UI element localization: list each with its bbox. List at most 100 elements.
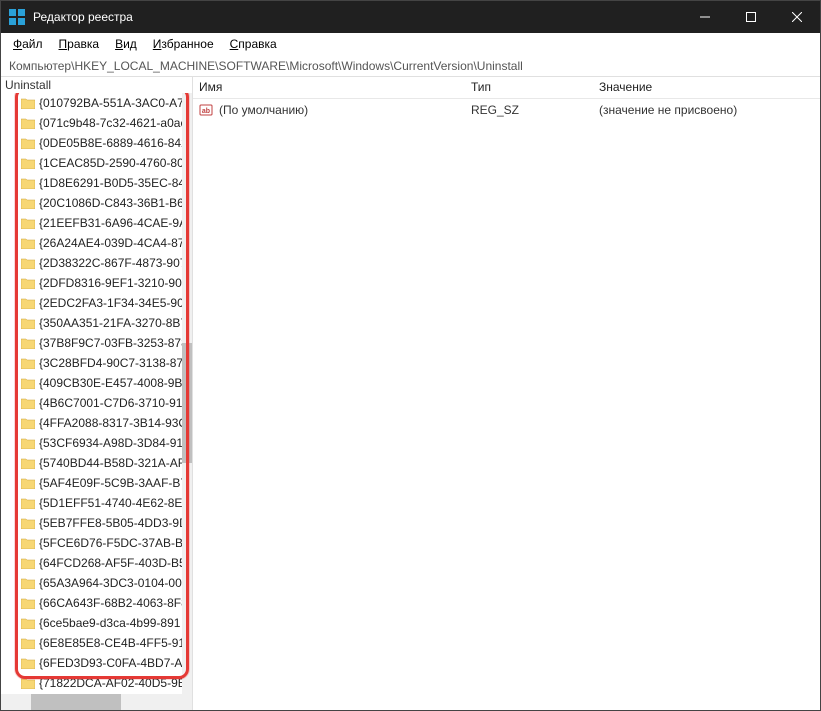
folder-icon xyxy=(21,98,35,109)
folder-icon xyxy=(21,578,35,589)
tree-item-label: {26A24AE4-039D-4CA4-87 xyxy=(39,236,184,250)
tree-item[interactable]: {4FFA2088-8317-3B14-93C xyxy=(1,413,192,433)
tree-item-label: {64FCD268-AF5F-403D-B5 xyxy=(39,556,186,570)
close-button[interactable] xyxy=(774,1,820,33)
menu-view[interactable]: Вид xyxy=(115,37,137,51)
scrollbar-thumb[interactable] xyxy=(182,343,192,463)
tree-item[interactable]: {6ce5bae9-d3ca-4b99-891 xyxy=(1,613,192,633)
content-area: Uninstall {010792BA-551A-3AC0-A7 {071c9b4… xyxy=(1,77,820,710)
tree-item[interactable]: {010792BA-551A-3AC0-A7 xyxy=(1,93,192,113)
tree-item-label: {6E8E85E8-CE4B-4FF5-91F xyxy=(39,636,192,650)
scrollbar-thumb[interactable] xyxy=(31,694,121,710)
tree-item[interactable]: {071c9b48-7c32-4621-a0ac xyxy=(1,113,192,133)
tree-item[interactable]: {0DE05B8E-6889-4616-842 xyxy=(1,133,192,153)
folder-icon xyxy=(21,358,35,369)
menu-favorites[interactable]: Избранное xyxy=(153,37,214,51)
folder-icon xyxy=(21,638,35,649)
tree-item-label: {4FFA2088-8317-3B14-93C xyxy=(39,416,187,430)
tree-item[interactable]: {1CEAC85D-2590-4760-800 xyxy=(1,153,192,173)
tree-item[interactable]: {2EDC2FA3-1F34-34E5-908 xyxy=(1,293,192,313)
folder-icon xyxy=(21,438,35,449)
tree-item-label: {37B8F9C7-03FB-3253-878 xyxy=(39,336,188,350)
folder-icon xyxy=(21,218,35,229)
title-bar[interactable]: Редактор реестра xyxy=(1,1,820,33)
value-row[interactable]: ab (По умолчанию) REG_SZ (значение не пр… xyxy=(193,99,820,121)
folder-icon xyxy=(21,618,35,629)
tree-item-label: {71822DCA-AF02-40D5-9B xyxy=(39,676,186,690)
tree-vertical-scrollbar[interactable] xyxy=(182,93,192,694)
value-type: REG_SZ xyxy=(465,101,593,119)
folder-icon xyxy=(21,598,35,609)
folder-icon xyxy=(21,238,35,249)
folder-icon xyxy=(21,658,35,669)
tree-item-label: {20C1086D-C843-36B1-B61 xyxy=(39,196,190,210)
tree-item[interactable]: {409CB30E-E457-4008-9B1 xyxy=(1,373,192,393)
tree-item[interactable]: {5AF4E09F-5C9B-3AAF-B7 xyxy=(1,473,192,493)
tree-item[interactable]: {71822DCA-AF02-40D5-9B xyxy=(1,673,192,693)
tree-item-label: {65A3A964-3DC3-0104-000 xyxy=(39,576,188,590)
values-pane[interactable]: Имя Тип Значение ab (По умолчанию) REG_S… xyxy=(193,77,820,710)
folder-icon xyxy=(21,558,35,569)
folder-icon xyxy=(21,418,35,429)
folder-icon xyxy=(21,678,35,689)
folder-icon xyxy=(21,298,35,309)
tree-item[interactable]: {6E8E85E8-CE4B-4FF5-91F xyxy=(1,633,192,653)
address-bar[interactable]: Компьютер\HKEY_LOCAL_MACHINE\SOFTWARE\Mi… xyxy=(1,55,820,77)
tree-item[interactable]: {5740BD44-B58D-321A-AF xyxy=(1,453,192,473)
menu-file[interactable]: Файл xyxy=(13,37,43,51)
tree-item-label: {2D38322C-867F-4873-907 xyxy=(39,256,186,270)
tree-item-label: {4B6C7001-C7D6-3710-913 xyxy=(39,396,189,410)
tree-item-label: {6ce5bae9-d3ca-4b99-891 xyxy=(39,616,180,630)
folder-icon xyxy=(21,198,35,209)
menu-help[interactable]: Справка xyxy=(230,37,277,51)
tree-item[interactable]: {21EEFB31-6A96-4CAE-9A xyxy=(1,213,192,233)
column-header-type[interactable]: Тип xyxy=(465,77,593,98)
tree-list: {010792BA-551A-3AC0-A7 {071c9b48-7c32-462… xyxy=(1,93,192,694)
tree-item[interactable]: {53CF6934-A98D-3D84-914 xyxy=(1,433,192,453)
tree-item[interactable]: {66CA643F-68B2-4063-8F8 xyxy=(1,593,192,613)
tree-item[interactable]: {2D38322C-867F-4873-907 xyxy=(1,253,192,273)
tree-item[interactable]: {5D1EFF51-4740-4E62-8E49 xyxy=(1,493,192,513)
tree-item[interactable]: {5EB7FFE8-5B05-4DD3-9DB xyxy=(1,513,192,533)
tree-item[interactable]: {5FCE6D76-F5DC-37AB-B2 xyxy=(1,533,192,553)
tree-item[interactable]: {20C1086D-C843-36B1-B61 xyxy=(1,193,192,213)
tree-item-label: {0DE05B8E-6889-4616-842 xyxy=(39,136,188,150)
folder-icon xyxy=(21,538,35,549)
folder-icon xyxy=(21,318,35,329)
tree-pane[interactable]: Uninstall {010792BA-551A-3AC0-A7 {071c9b4… xyxy=(1,77,193,710)
tree-item-label: {071c9b48-7c32-4621-a0ac xyxy=(39,116,186,130)
address-path: Компьютер\HKEY_LOCAL_MACHINE\SOFTWARE\Mi… xyxy=(9,59,523,73)
tree-item-label: {5EB7FFE8-5B05-4DD3-9DB xyxy=(39,516,192,530)
window-title: Редактор реестра xyxy=(33,10,682,24)
tree-item[interactable]: {3C28BFD4-90C7-3138-87B xyxy=(1,353,192,373)
tree-item[interactable]: {2DFD8316-9EF1-3210-908 xyxy=(1,273,192,293)
registry-editor-window: Редактор реестра Файл Правка Вид Избранн… xyxy=(0,0,821,711)
svg-text:ab: ab xyxy=(202,108,210,115)
tree-item-label: {53CF6934-A98D-3D84-914 xyxy=(39,436,190,450)
tree-horizontal-scrollbar[interactable] xyxy=(1,694,192,710)
menu-edit[interactable]: Правка xyxy=(59,37,100,51)
folder-icon xyxy=(21,258,35,269)
tree-item-label: {1D8E6291-B0D5-35EC-844 xyxy=(39,176,192,190)
column-header-value[interactable]: Значение xyxy=(593,77,820,98)
column-header-name[interactable]: Имя xyxy=(193,77,465,98)
tree-item[interactable]: {350AA351-21FA-3270-8B7 xyxy=(1,313,192,333)
tree-item[interactable]: {6FED3D93-C0FA-4BD7-A3 xyxy=(1,653,192,673)
maximize-button[interactable] xyxy=(728,1,774,33)
tree-item[interactable]: {37B8F9C7-03FB-3253-878 xyxy=(1,333,192,353)
tree-item[interactable]: {64FCD268-AF5F-403D-B5 xyxy=(1,553,192,573)
folder-icon xyxy=(21,178,35,189)
tree-item[interactable]: {65A3A964-3DC3-0104-000 xyxy=(1,573,192,593)
tree-root-node[interactable]: Uninstall xyxy=(1,77,192,93)
tree-item-label: {5740BD44-B58D-321A-AF xyxy=(39,456,185,470)
minimize-button[interactable] xyxy=(682,1,728,33)
value-data: (значение не присвоено) xyxy=(593,101,820,119)
folder-icon xyxy=(21,478,35,489)
app-icon xyxy=(9,9,25,25)
tree-item[interactable]: {26A24AE4-039D-4CA4-87 xyxy=(1,233,192,253)
folder-icon xyxy=(21,518,35,529)
tree-item[interactable]: {1D8E6291-B0D5-35EC-844 xyxy=(1,173,192,193)
tree-item[interactable]: {4B6C7001-C7D6-3710-913 xyxy=(1,393,192,413)
tree-item-label: {21EEFB31-6A96-4CAE-9A xyxy=(39,216,187,230)
folder-icon xyxy=(21,278,35,289)
